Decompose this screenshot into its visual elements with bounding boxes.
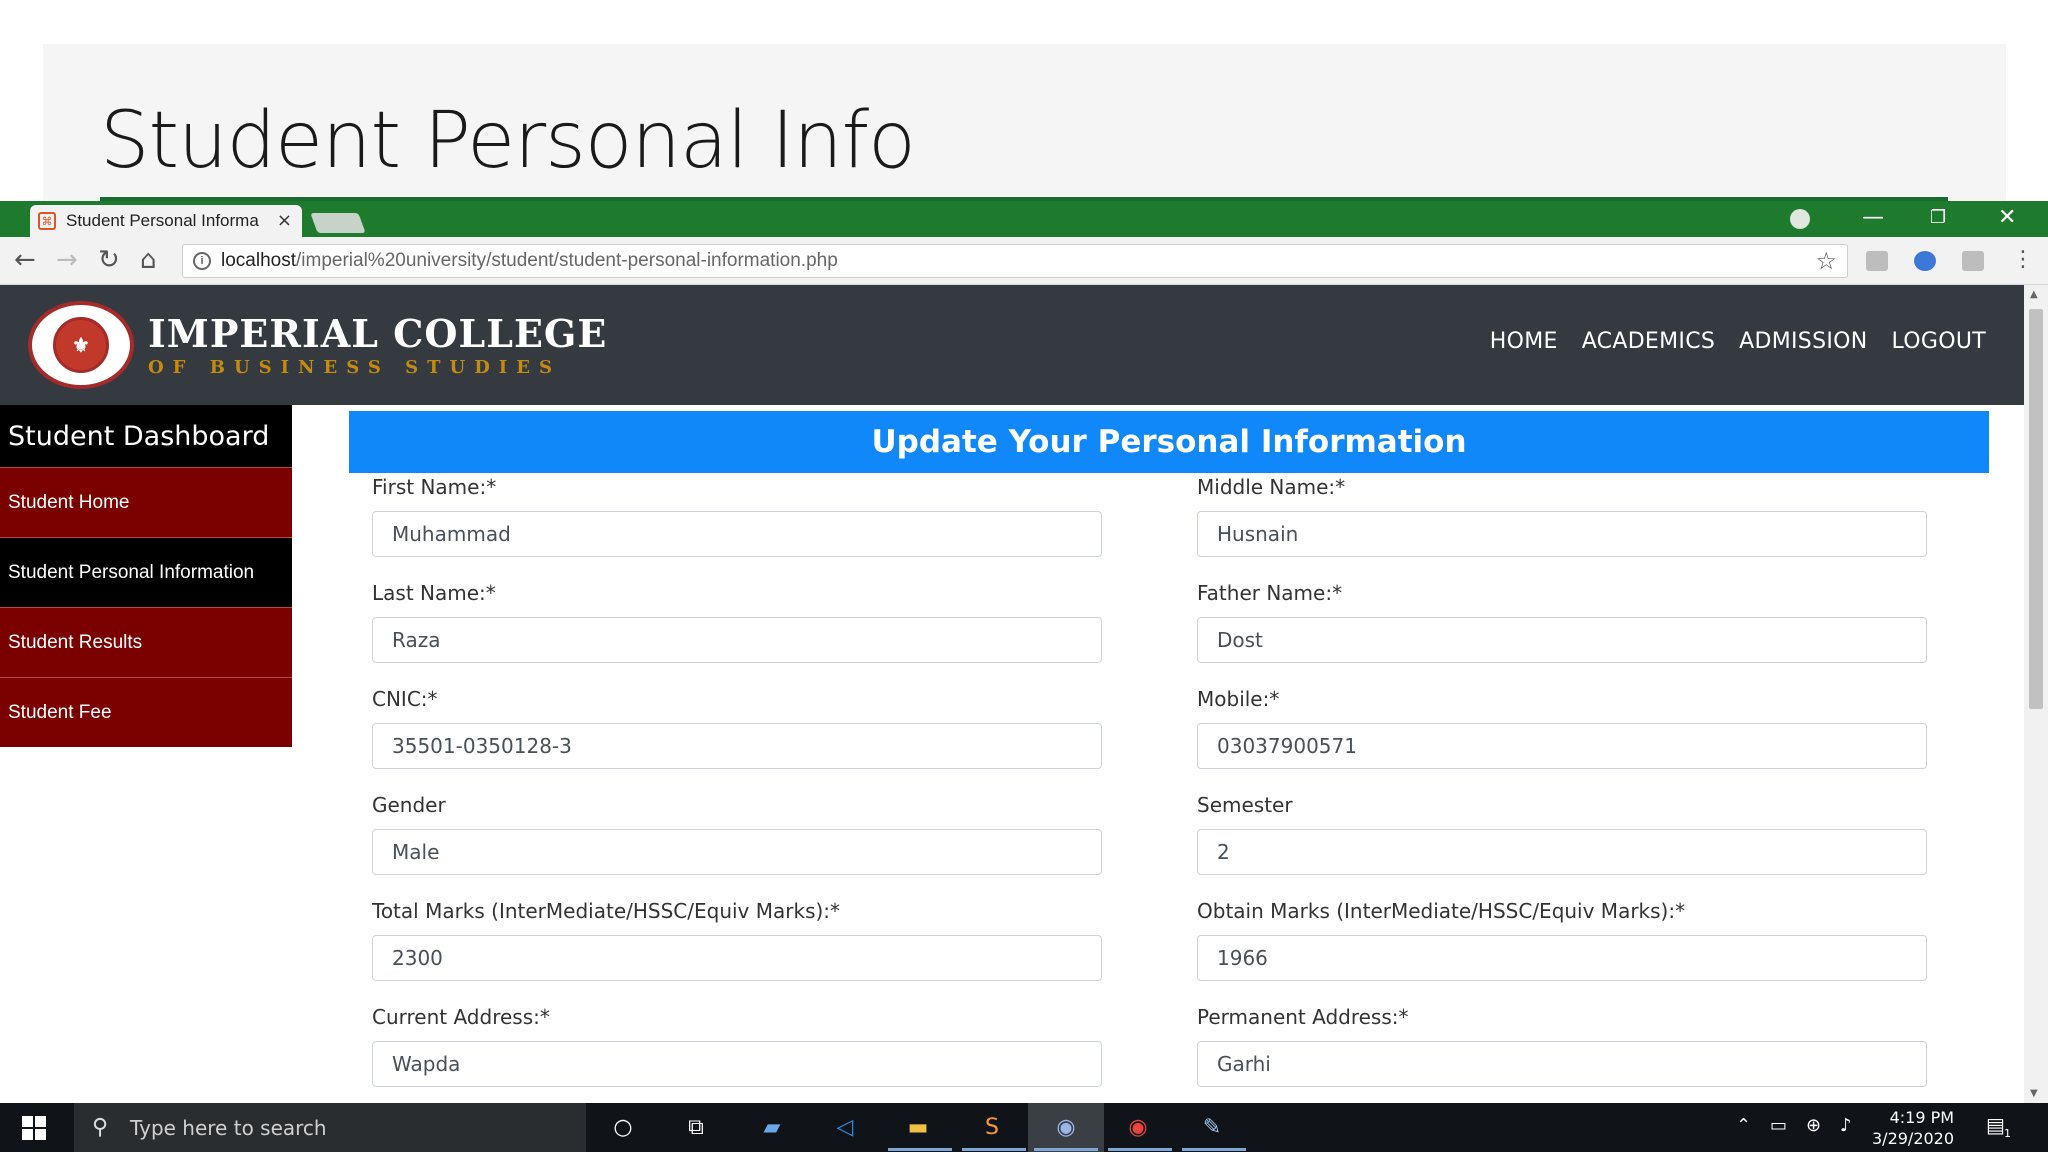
scroll-up-icon[interactable]: ▲	[2030, 289, 2038, 300]
slide-title: Student Personal Info	[100, 96, 916, 186]
taskbar: ⚲ Type here to search ○ ⧉ ▰ ◁ ▬ S ◉ ◉ ✎ …	[0, 1103, 2048, 1152]
vscode-icon[interactable]: ◁	[829, 1112, 861, 1142]
cnic-label: CNIC:*	[372, 687, 438, 711]
last-name-label: Last Name:*	[372, 581, 496, 605]
nav-academics[interactable]: ACADEMICS	[1582, 329, 1715, 354]
running-indicator	[1182, 1148, 1246, 1151]
search-icon: ⚲	[92, 1115, 109, 1140]
profile-icon[interactable]	[1790, 209, 1810, 229]
first-name-field[interactable]: Muhammad	[372, 511, 1102, 557]
middle-name-field[interactable]: Husnain	[1197, 511, 1927, 557]
current-address-label: Current Address:*	[372, 1005, 550, 1029]
page-scrollbar[interactable]: ▲ ▼	[2024, 285, 2048, 1103]
obtain-marks-field[interactable]: 1966	[1197, 935, 1927, 981]
back-arrow-icon[interactable]: ←	[14, 245, 36, 275]
notification-count: 1	[2004, 1127, 2011, 1140]
brand-tagline: OF BUSINESS STUDIES	[148, 357, 561, 378]
browser-tab[interactable]: ⌘ Student Personal Informa ×	[30, 205, 302, 237]
browser-menu-icon[interactable]: ⋮	[2012, 247, 2034, 272]
battery-icon[interactable]: ▭	[1770, 1115, 1787, 1136]
middle-name-label: Middle Name:*	[1197, 475, 1346, 499]
running-indicator	[888, 1148, 952, 1151]
maximize-button[interactable]: ❐	[1930, 207, 1946, 228]
running-indicator	[1034, 1148, 1098, 1151]
total-marks-field[interactable]: 2300	[372, 935, 1102, 981]
extension-search-icon[interactable]	[1914, 251, 1936, 271]
bookmark-star-icon[interactable]: ☆	[1815, 247, 1837, 275]
home-icon[interactable]: ⌂	[140, 245, 157, 275]
tab-close-icon[interactable]: ×	[277, 210, 292, 231]
scrollbar-thumb[interactable]	[2029, 309, 2043, 709]
volume-icon[interactable]: ♪	[1840, 1115, 1852, 1136]
browser-toolbar: ← → ↻ ⌂ i localhost/imperial%20universit…	[0, 237, 2048, 285]
tab-favicon-icon: ⌘	[38, 212, 56, 230]
paint-icon[interactable]: ✎	[1196, 1112, 1228, 1142]
father-name-label: Father Name:*	[1197, 581, 1343, 605]
sidebar-item-fee[interactable]: Student Fee	[0, 677, 292, 747]
site-header: ⚜ IMPERIAL COLLEGE OF BUSINESS STUDIES H…	[0, 285, 2024, 405]
nav-logout[interactable]: LOGOUT	[1892, 329, 1987, 354]
brand-name: IMPERIAL COLLEGE	[148, 311, 608, 356]
mobile-field[interactable]: 03037900571	[1197, 723, 1927, 769]
gender-label: Gender	[372, 793, 446, 817]
sidebar: Student Dashboard Student Home Student P…	[0, 405, 292, 747]
task-view-icon[interactable]: ⧉	[680, 1112, 712, 1142]
site-info-icon[interactable]: i	[193, 252, 211, 270]
obtain-marks-label: Obtain Marks (InterMediate/HSSC/Equiv Ma…	[1197, 899, 1686, 923]
network-icon[interactable]: ⊕	[1806, 1115, 1821, 1136]
close-window-button[interactable]: ✕	[1998, 205, 2016, 230]
clock-date: 3/29/2020	[1872, 1129, 1955, 1148]
permanent-address-field[interactable]: Garhi	[1197, 1041, 1927, 1087]
chrome-canary-icon[interactable]: ◉	[1050, 1112, 1082, 1142]
first-name-label: First Name:*	[372, 475, 497, 499]
semester-label: Semester	[1197, 793, 1293, 817]
top-nav: HOME ACADEMICS ADMISSION LOGOUT	[1490, 329, 1986, 354]
taskbar-search-box[interactable]: ⚲ Type here to search	[74, 1103, 586, 1152]
mobile-label: Mobile:*	[1197, 687, 1280, 711]
sidebar-item-results[interactable]: Student Results	[0, 607, 292, 677]
extension-icon[interactable]	[1962, 251, 1984, 271]
nav-admission[interactable]: ADMISSION	[1739, 329, 1867, 354]
sidebar-item-student-home[interactable]: Student Home	[0, 467, 292, 537]
system-clock[interactable]: 4:19 PM 3/29/2020	[1872, 1107, 1954, 1149]
new-tab-button[interactable]	[310, 213, 366, 233]
form-heading: Update Your Personal Information	[349, 411, 1989, 473]
nav-home[interactable]: HOME	[1490, 329, 1558, 354]
tray-chevron-icon[interactable]: ⌃	[1736, 1115, 1751, 1136]
clock-time: 4:19 PM	[1889, 1108, 1955, 1127]
url-path: /imperial%20university/student/student-p…	[296, 250, 838, 271]
total-marks-label: Total Marks (InterMediate/HSSC/Equiv Mar…	[372, 899, 841, 923]
father-name-field[interactable]: Dost	[1197, 617, 1927, 663]
chrome-icon[interactable]: ◉	[1122, 1112, 1154, 1142]
last-name-field[interactable]: Raza	[372, 617, 1102, 663]
notifications-icon[interactable]: ▤	[1986, 1113, 2005, 1137]
gender-field[interactable]: Male	[372, 829, 1102, 875]
cnic-field[interactable]: 35501-0350128-3	[372, 723, 1102, 769]
college-logo[interactable]: ⚜	[28, 301, 134, 389]
cortana-icon[interactable]: ○	[607, 1112, 639, 1142]
minimize-button[interactable]: —	[1862, 205, 1884, 230]
semester-field[interactable]: 2	[1197, 829, 1927, 875]
file-explorer-icon[interactable]: ▬	[902, 1112, 934, 1142]
browser-window: ⌘ Student Personal Informa × — ❐ ✕ ← → ↻…	[0, 201, 2048, 1103]
url-host: localhost	[221, 250, 296, 271]
forward-arrow-icon[interactable]: →	[56, 245, 78, 275]
tab-title: Student Personal Informa	[66, 211, 259, 230]
sidebar-item-personal-information[interactable]: Student Personal Information	[0, 537, 292, 607]
crest-icon: ⚜	[53, 317, 109, 373]
address-bar[interactable]: i localhost/imperial%20university/studen…	[182, 244, 1848, 278]
sidebar-heading: Student Dashboard	[0, 405, 292, 467]
taskbar-search-placeholder: Type here to search	[130, 1115, 327, 1140]
browser-titlebar: ⌘ Student Personal Informa × — ❐ ✕	[0, 201, 2048, 237]
running-indicator	[962, 1148, 1026, 1151]
current-address-field[interactable]: Wapda	[372, 1041, 1102, 1087]
running-indicator	[1108, 1148, 1172, 1151]
windows-start-icon[interactable]	[22, 1116, 46, 1140]
file-transfer-app-icon[interactable]: ▰	[756, 1112, 788, 1142]
sublime-text-icon[interactable]: S	[976, 1112, 1008, 1142]
reload-icon[interactable]: ↻	[98, 245, 120, 275]
permanent-address-label: Permanent Address:*	[1197, 1005, 1409, 1029]
extension-icon[interactable]	[1866, 251, 1888, 271]
scroll-down-icon[interactable]: ▼	[2030, 1088, 2038, 1099]
